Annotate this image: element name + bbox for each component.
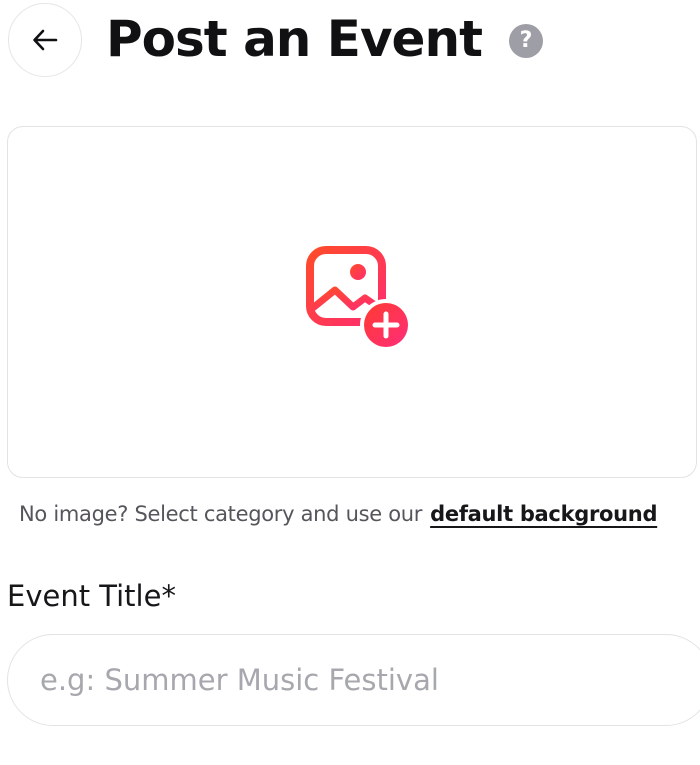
image-upload-area[interactable] [7,126,697,478]
header: Post an Event ? [0,0,700,80]
arrow-left-icon [33,29,58,51]
event-title-label: Event Title* [7,579,176,613]
default-background-hint: No image? Select category and use our def… [19,500,657,528]
help-glyph: ? [519,28,533,53]
question-mark-icon[interactable]: ? [509,24,543,58]
back-button[interactable] [8,3,82,77]
post-event-screen: Post an Event ? No image? Select categor… [0,0,700,765]
add-image-icon [305,245,415,355]
hint-text: No image? Select category and use our [19,502,423,526]
event-title-input[interactable] [7,634,700,726]
page-title: Post an Event [106,10,483,68]
default-background-link[interactable]: default background [430,502,657,526]
